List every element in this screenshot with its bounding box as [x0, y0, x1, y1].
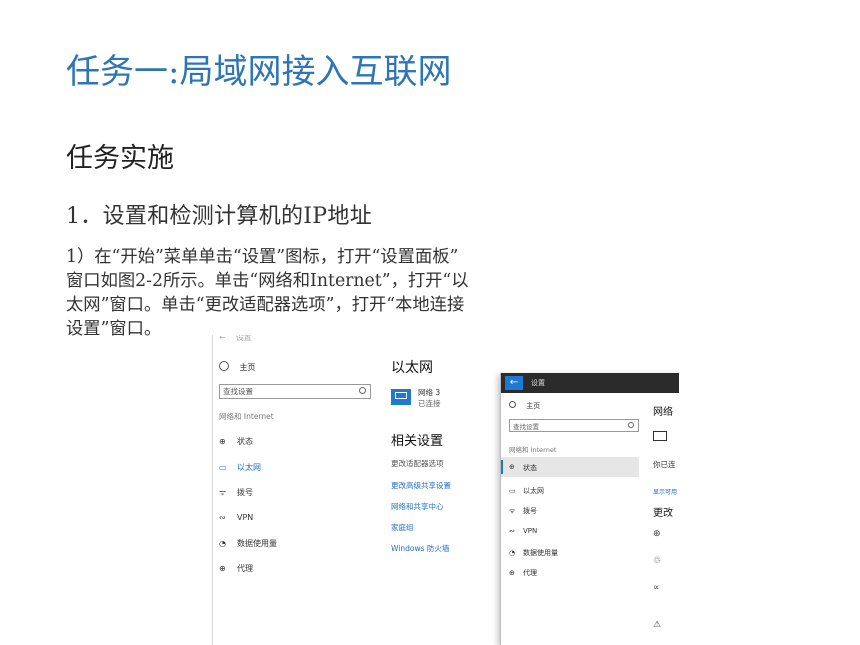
- data-usage-icon: ◔: [219, 539, 226, 548]
- warning-icon[interactable]: ⚠: [653, 620, 661, 630]
- paragraph-line: 太网”窗口。单击“更改适配器选项”，打开“本地连接: [66, 295, 465, 315]
- step-heading: 1．设置和检测计算机的IP地址: [66, 204, 372, 229]
- search-input[interactable]: 查找设置: [219, 384, 371, 399]
- settings-screenshot: ← 设置 主页 查找设置 网络和 Internet ⊕ 状态 ▭ 以太网 ᯤ 拨号 ∾ V…: [212, 335, 679, 645]
- network-status: 已连接: [418, 399, 441, 408]
- overlay-nav-item-proxy[interactable]: ⊕ 代理: [509, 568, 537, 578]
- section-heading: 任务实施: [66, 143, 174, 174]
- window-title: 设置: [531, 379, 545, 387]
- ethernet-page-title: 以太网: [391, 360, 433, 376]
- overlay-nav-item-data-usage[interactable]: ◔ 数据使用量: [509, 548, 558, 558]
- vpn-icon: ∾: [509, 527, 515, 535]
- category-label: 网络和 Internet: [219, 412, 274, 421]
- overlay-change-heading: 更改: [653, 508, 673, 519]
- data-usage-icon: ◔: [509, 549, 516, 557]
- overlay-show-available-link[interactable]: 显示可用: [653, 487, 677, 496]
- related-settings-title: 相关设置: [391, 434, 444, 449]
- link-homegroup[interactable]: 家庭组: [391, 522, 414, 533]
- adapter-icon[interactable]: ⊕: [653, 529, 661, 539]
- gear-icon: [219, 361, 229, 371]
- ethernet-icon: ▭: [219, 463, 227, 472]
- nav-item-vpn[interactable]: ∾ VPN: [219, 513, 253, 522]
- window-top-label: ← 设置: [219, 335, 252, 342]
- overlay-home-item[interactable]: 主页: [509, 401, 540, 411]
- back-arrow-icon[interactable]: ←: [505, 376, 523, 390]
- instruction-paragraph: 1）在“开始”菜单单击“设置”图标，打开“设置面板” 窗口如图2-2所示。单击“…: [66, 245, 670, 341]
- globe-icon: ⊕: [509, 569, 515, 577]
- nav-item-dialup[interactable]: ᯤ 拨号: [219, 487, 253, 498]
- paragraph-line: 窗口如图2-2所示。单击“网络和Internet”，打开“以: [66, 271, 469, 291]
- network-adapter-icon: [391, 389, 411, 405]
- title-bar: ← 设置: [501, 373, 679, 393]
- network-name[interactable]: 网络 3: [418, 387, 440, 398]
- dialup-icon: ᯤ: [509, 507, 516, 515]
- nav-item-status[interactable]: ⊕ 状态: [219, 436, 253, 447]
- dialup-icon: ᯤ: [219, 488, 227, 497]
- nav-item-ethernet[interactable]: ▭ 以太网: [219, 462, 261, 473]
- page-title: 任务一:局域网接入互联网: [66, 52, 452, 92]
- link-change-adapter[interactable]: 更改适配器选项: [391, 458, 444, 469]
- ethernet-icon: ▭: [509, 487, 516, 495]
- link-advanced-sharing[interactable]: 更改高级共享设置: [391, 480, 451, 491]
- search-icon: [628, 422, 634, 428]
- overlay-network-heading: 网络: [653, 407, 673, 418]
- link-sharing-center[interactable]: 网络和共享中心: [391, 501, 444, 512]
- overlay-category-label: 网络和 Internet: [509, 446, 557, 454]
- settings-window-overlay: ← 设置 主页 查找设置 网络和 Internet ⊕ 状态 ▭ 以太网 ᯤ 拨号 …: [500, 373, 679, 645]
- overlay-nav-item-vpn[interactable]: ∾ VPN: [509, 527, 537, 535]
- homegroup-icon[interactable]: ∝: [653, 583, 659, 593]
- nav-item-proxy[interactable]: ⊕ 代理: [219, 563, 253, 574]
- overlay-nav-item-dialup[interactable]: ᯤ 拨号: [509, 506, 537, 516]
- search-icon: [359, 387, 366, 394]
- gear-icon: [509, 401, 516, 408]
- link-firewall[interactable]: Windows 防火墙: [391, 543, 449, 554]
- overlay-nav-item-ethernet[interactable]: ▭ 以太网: [509, 486, 544, 496]
- pc-icon: [653, 431, 667, 441]
- sharing-icon[interactable]: ♲: [653, 556, 661, 566]
- overlay-search-input[interactable]: 查找设置: [509, 419, 639, 432]
- status-icon: ⊕: [219, 437, 226, 446]
- overlay-nav-item-status[interactable]: ⊕ 状态: [501, 457, 639, 477]
- paragraph-line: 1）在“开始”菜单单击“设置”图标，打开“设置面板”: [66, 247, 459, 267]
- globe-icon: ⊕: [219, 564, 226, 573]
- overlay-connected-text: 你已连: [653, 460, 676, 469]
- nav-item-data-usage[interactable]: ◔ 数据使用量: [219, 538, 277, 549]
- vpn-icon: ∾: [219, 513, 226, 522]
- home-nav-item[interactable]: 主页: [219, 361, 256, 373]
- status-icon: ⊕: [509, 463, 515, 471]
